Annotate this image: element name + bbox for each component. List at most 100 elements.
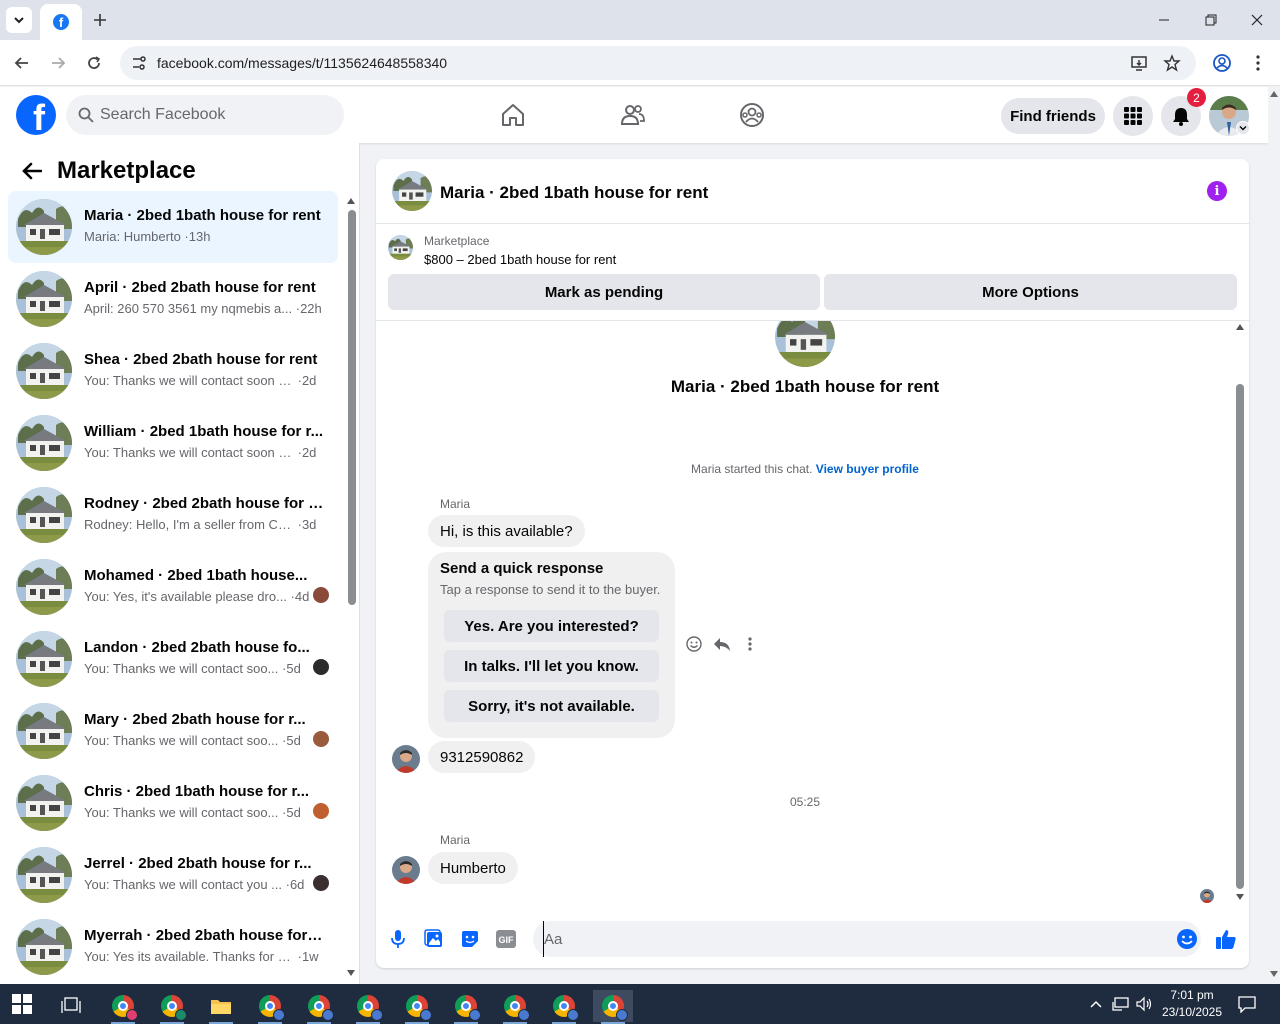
view-buyer-profile-link[interactable]: View buyer profile — [816, 462, 919, 476]
groups-nav-button[interactable] — [736, 99, 768, 131]
browser-menu-button[interactable] — [1246, 51, 1270, 75]
quick-response-button[interactable]: Sorry, it's not available. — [444, 690, 659, 722]
tab-search-button[interactable] — [6, 7, 32, 33]
taskbar-clock[interactable]: 7:01 pm 23/10/2025 — [1156, 987, 1228, 1021]
volume-icon[interactable] — [1136, 984, 1154, 1024]
menu-button[interactable] — [1113, 96, 1153, 136]
chrome-taskbar-button[interactable] — [103, 990, 143, 1024]
chrome-taskbar-button[interactable] — [495, 990, 535, 1024]
back-button[interactable] — [10, 51, 34, 75]
attach-photo-button[interactable] — [422, 927, 446, 951]
restore-button[interactable] — [1199, 8, 1223, 32]
conversation-item[interactable]: Rodney · 2bed 2bath house for r... Rodney… — [8, 479, 338, 551]
quick-response-button[interactable]: In talks. I'll let you know. — [444, 650, 659, 682]
conversation-snippet: Maria: Humberto · 13h — [84, 229, 210, 244]
conversation-item[interactable]: Shea · 2bed 2bath house for rent You: Tha… — [8, 335, 338, 407]
more-options-button[interactable]: More Options — [824, 274, 1237, 310]
reply-icon[interactable] — [712, 634, 732, 654]
message-bubble[interactable]: Humberto — [428, 852, 518, 884]
conversation-item[interactable]: Mohamed · 2bed 1bath house... You: Yes, i… — [8, 551, 338, 623]
site-info-icon[interactable] — [130, 54, 148, 75]
conversation-item[interactable]: Maria · 2bed 1bath house for rent Maria: … — [8, 191, 338, 263]
conversation-title: April · 2bed 2bath house for rent — [84, 279, 316, 296]
url-text[interactable]: facebook.com/messages/t/1135624648558340 — [157, 55, 447, 71]
arrow-right-icon — [52, 57, 66, 69]
quick-response-button[interactable]: Yes. Are you interested? — [444, 610, 659, 642]
chat-title[interactable]: Maria · 2bed 1bath house for rent — [440, 183, 708, 203]
gif-button[interactable]: GIF — [494, 927, 518, 951]
chrome-taskbar-button[interactable] — [250, 990, 290, 1024]
voice-clip-button[interactable] — [386, 927, 410, 951]
install-app-icon[interactable] — [1128, 53, 1150, 73]
chrome-icon — [455, 995, 481, 1021]
react-emoji-icon[interactable] — [684, 634, 704, 654]
show-hidden-icons-button[interactable] — [1089, 984, 1103, 1024]
conversation-item[interactable]: April · 2bed 2bath house for rent April: … — [8, 263, 338, 335]
conversation-preview: You: Thanks we will contact soon w... — [84, 373, 294, 388]
send-like-button[interactable] — [1214, 927, 1238, 951]
search-icon — [78, 107, 94, 123]
message-input-box[interactable] — [533, 921, 1201, 957]
bookmark-star-icon[interactable] — [1161, 53, 1183, 73]
forward-button[interactable] — [46, 51, 70, 75]
mark-as-pending-button[interactable]: Mark as pending — [388, 274, 820, 310]
page-scrollbar[interactable] — [1268, 87, 1280, 984]
marketplace-inbox-sidebar: Marketplace Maria · 2bed 1bath house for… — [0, 143, 360, 984]
buyer-avatar[interactable] — [392, 745, 420, 773]
message-bubble[interactable]: 9312590862 — [428, 741, 536, 773]
new-tab-button[interactable] — [88, 8, 112, 32]
chrome-taskbar-button[interactable] — [299, 990, 339, 1024]
chat-scroll-thumb[interactable] — [1236, 384, 1244, 889]
conversation-item[interactable]: Jerrel · 2bed 2bath house for r... You: T… — [8, 839, 338, 911]
sidebar-scroll-thumb[interactable] — [348, 210, 356, 605]
listing-label: Marketplace — [424, 234, 490, 248]
facebook-logo-icon[interactable]: f — [16, 95, 56, 135]
chrome-taskbar-button[interactable] — [348, 990, 388, 1024]
emoji-button[interactable] — [1175, 927, 1199, 951]
browser-tab-facebook[interactable]: f — [40, 4, 82, 40]
conversation-item[interactable]: Mary · 2bed 2bath house for r... You: Tha… — [8, 695, 338, 767]
search-box[interactable] — [66, 95, 344, 135]
omnibox[interactable]: facebook.com/messages/t/1135624648558340 — [120, 46, 1196, 80]
separator-dot: · — [286, 589, 295, 604]
task-view-button[interactable] — [51, 990, 91, 1022]
chrome-taskbar-button[interactable] — [446, 990, 486, 1024]
windows-start-icon[interactable] — [12, 994, 32, 1014]
search-input[interactable] — [100, 95, 330, 135]
chrome-taskbar-button[interactable] — [152, 990, 192, 1024]
message-input[interactable] — [543, 921, 1163, 957]
sender-name: Maria — [440, 497, 471, 511]
sticker-button[interactable] — [458, 927, 482, 951]
file-explorer-taskbar-button[interactable] — [201, 990, 241, 1024]
chevron-down-icon — [1239, 126, 1247, 131]
conversation-item[interactable]: Chris · 2bed 1bath house for r... You: Th… — [8, 767, 338, 839]
message-bubble[interactable]: Hi, is this available? — [428, 515, 585, 547]
reload-button[interactable] — [82, 51, 106, 75]
conversation-item[interactable]: William · 2bed 1bath house for r... You: … — [8, 407, 338, 479]
chrome-taskbar-button[interactable] — [593, 990, 633, 1024]
close-window-button[interactable] — [1245, 8, 1269, 32]
friends-nav-button[interactable] — [617, 99, 649, 131]
back-to-inbox-button[interactable] — [20, 159, 44, 183]
conversation-preview: You: Thanks we will contact soo... — [84, 733, 279, 748]
conversation-item[interactable]: Myerrah · 2bed 2bath house for ... You: Y… — [8, 911, 338, 983]
network-icon[interactable] — [1112, 984, 1130, 1024]
profile-button[interactable] — [1210, 51, 1234, 75]
conversation-thumbnail — [16, 631, 72, 687]
chat-scrollbar[interactable] — [1233, 324, 1247, 904]
buyer-avatar[interactable] — [392, 856, 420, 884]
listing-price[interactable]: $800 – 2bed 1bath house for rent — [424, 252, 616, 267]
account-chevron[interactable] — [1236, 121, 1250, 135]
sidebar-scrollbar[interactable] — [346, 198, 356, 978]
listing-thumbnail[interactable] — [388, 235, 413, 260]
chrome-taskbar-button[interactable] — [544, 990, 584, 1024]
conversation-item[interactable]: Landon · 2bed 2bath house fo... You: Than… — [8, 623, 338, 695]
info-icon[interactable]: i — [1207, 181, 1227, 201]
find-friends-button[interactable]: Find friends — [1001, 98, 1105, 134]
home-nav-button[interactable] — [497, 99, 529, 131]
more-vertical-icon[interactable] — [740, 634, 760, 654]
minimize-button[interactable] — [1152, 8, 1176, 32]
notification-center-button[interactable] — [1238, 984, 1256, 1024]
chat-listing-thumbnail[interactable] — [392, 171, 432, 211]
chrome-taskbar-button[interactable] — [397, 990, 437, 1024]
